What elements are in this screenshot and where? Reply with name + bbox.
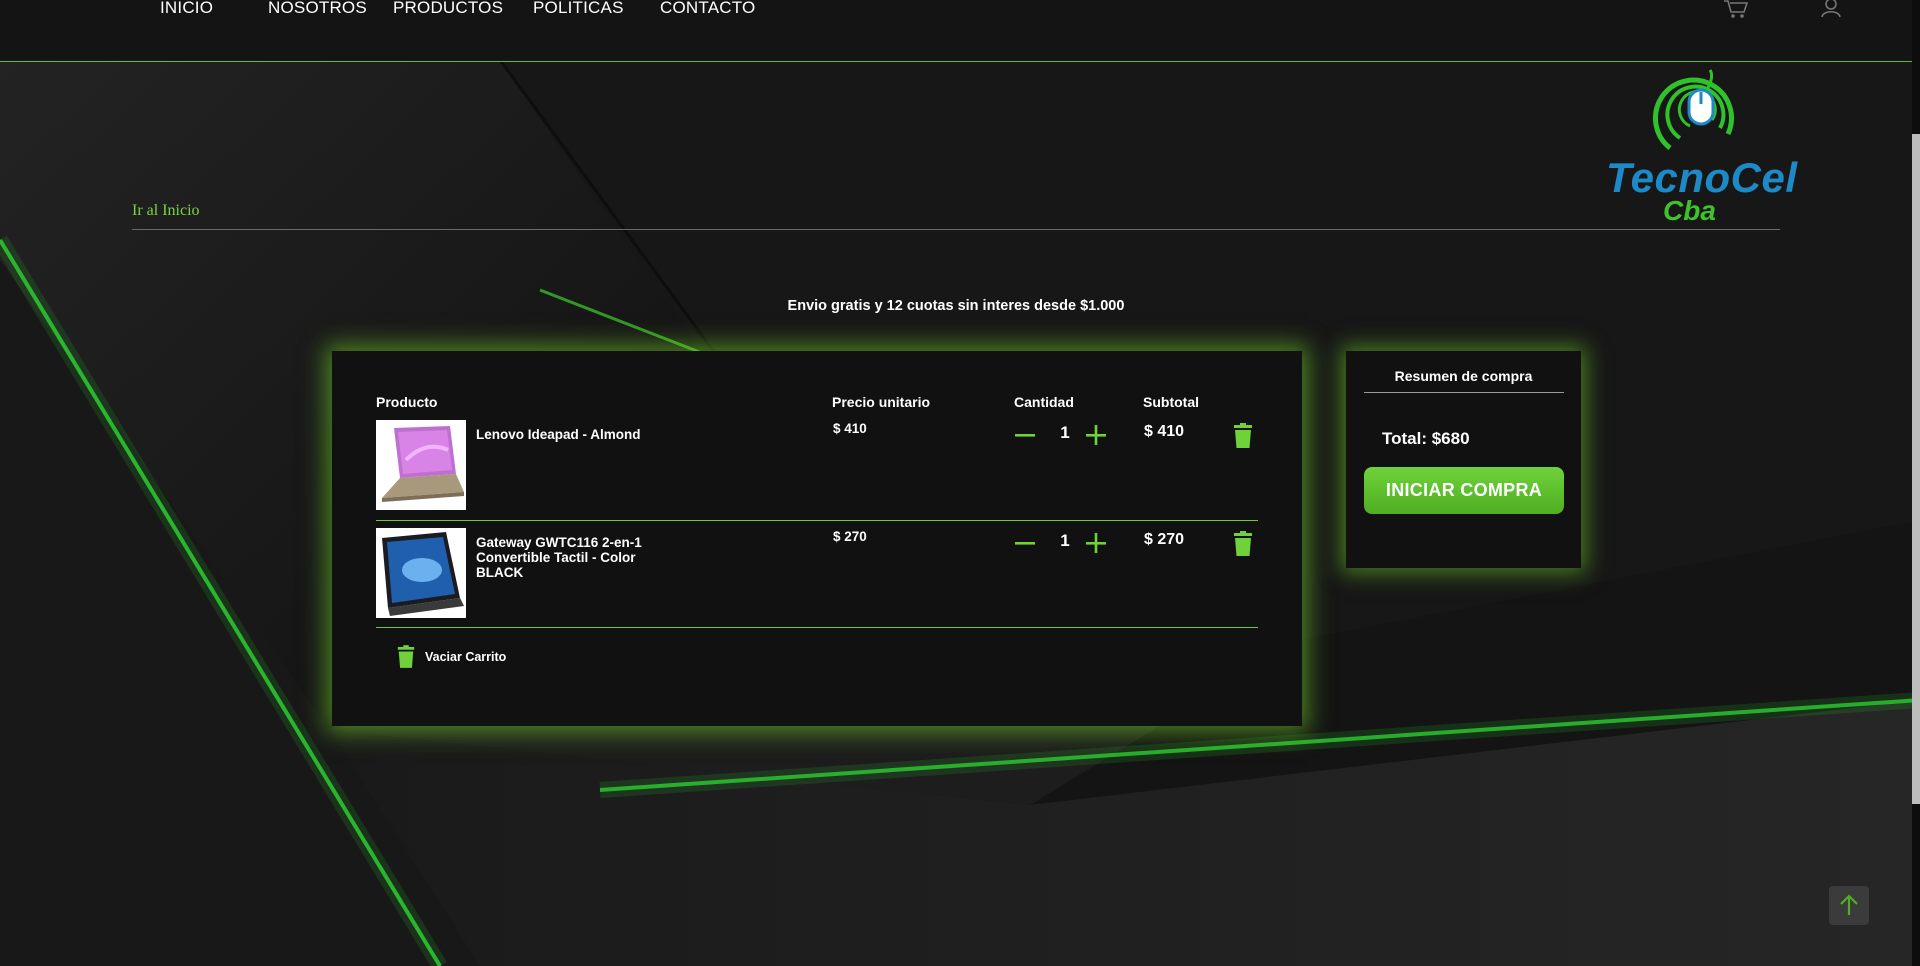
- quantity-value: 1: [1060, 531, 1070, 550]
- tecnocel-logo[interactable]: TecnoCel Cba: [1600, 68, 1797, 228]
- trash-icon[interactable]: [1232, 531, 1254, 557]
- scroll-to-top-button[interactable]: [1829, 886, 1869, 925]
- promo-banner: Envio gratis y 12 cuotas sin interes des…: [787, 298, 1125, 314]
- header-subtotal: Subtotal: [1143, 394, 1199, 410]
- summary-total: Total: $680: [1382, 429, 1470, 448]
- start-purchase-button[interactable]: INICIAR COMPRA: [1364, 467, 1564, 514]
- summary-title: Resumen de compra: [1394, 368, 1533, 384]
- product-name: Lenovo Ideapad - Almond: [476, 427, 641, 442]
- header-divider: [132, 229, 1780, 230]
- cart-panel: Producto Precio unitario Cantidad Subtot…: [332, 351, 1302, 726]
- nav-link-politicas[interactable]: POLITICAS: [533, 0, 624, 18]
- header-quantity: Cantidad: [1014, 394, 1074, 410]
- minus-icon[interactable]: [1014, 424, 1036, 446]
- header-product: Producto: [376, 394, 438, 410]
- nav-link-contacto[interactable]: CONTACTO: [660, 0, 755, 18]
- row-divider: [376, 520, 1258, 521]
- trash-icon: [396, 645, 416, 674]
- unit-price: $ 270: [833, 529, 867, 544]
- back-to-home-link[interactable]: Ir al Inicio: [132, 202, 200, 220]
- logo-text-secondary: Cba: [1663, 195, 1716, 226]
- nav-link-nosotros[interactable]: NOSOTROS: [268, 0, 367, 18]
- row-subtotal: $ 270: [1144, 531, 1185, 548]
- product-image-lenovo: [376, 420, 466, 510]
- scrollbar-thumb[interactable]: [1912, 134, 1920, 804]
- plus-icon[interactable]: [1085, 532, 1107, 554]
- header-unit-price: Precio unitario: [832, 394, 931, 410]
- trash-icon[interactable]: [1232, 423, 1254, 449]
- nav-link-productos[interactable]: PRODUCTOS: [393, 0, 503, 18]
- cart-icon[interactable]: [1723, 0, 1749, 25]
- product-image-gateway: [376, 528, 466, 618]
- summary-divider: [1364, 392, 1564, 393]
- empty-cart-label: Vaciar Carrito: [425, 650, 507, 664]
- top-navbar: INICIO NOSOTROS PRODUCTOS POLITICAS CONT…: [0, 0, 1912, 62]
- row-divider: [376, 627, 1258, 628]
- arrow-up-icon: [1839, 894, 1859, 921]
- product-name: Gateway GWTC116 2-en-1 Convertible Tacti…: [476, 535, 642, 580]
- unit-price: $ 410: [833, 421, 867, 436]
- minus-icon[interactable]: [1014, 532, 1036, 554]
- plus-icon[interactable]: [1085, 424, 1107, 446]
- mouse-logo-icon: [1650, 68, 1740, 161]
- quantity-value: 1: [1060, 423, 1070, 442]
- user-icon[interactable]: [1820, 0, 1842, 23]
- nav-link-inicio[interactable]: INICIO: [160, 0, 213, 18]
- summary-panel: Resumen de compra Total: $680 INICIAR CO…: [1346, 351, 1581, 568]
- row-subtotal: $ 410: [1144, 423, 1185, 440]
